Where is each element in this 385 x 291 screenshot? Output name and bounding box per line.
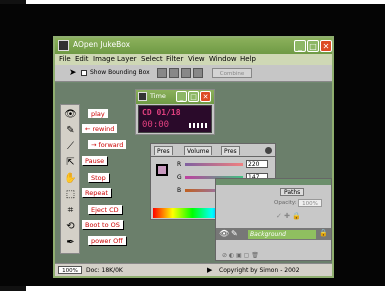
stop-button[interactable]: Stop (88, 173, 109, 182)
brush-icon[interactable]: ✎ (63, 123, 78, 138)
close-button[interactable]: ✕ (320, 40, 332, 52)
status-bar: 100% Doc: 18K/0K ▶ Copyright by Simon - … (55, 263, 332, 276)
timer-icon (138, 92, 147, 101)
track-counter: CD 01/18 (142, 108, 181, 117)
layer-row[interactable]: 👁 ✎ Background 🔒 (216, 228, 331, 240)
play-arrow-icon[interactable]: ▶ (207, 266, 212, 274)
pointer-icon[interactable]: ➤ (69, 68, 77, 78)
visibility-icon[interactable]: 👁 (219, 229, 229, 238)
marquee-icon[interactable]: ⬚ (63, 187, 78, 202)
eye-icon[interactable]: 👁 (63, 107, 78, 122)
menu-layer[interactable]: Layer (117, 55, 137, 63)
play-button[interactable]: play (88, 109, 108, 118)
color-swatch[interactable] (156, 164, 168, 176)
power-off-button[interactable]: power Off (88, 236, 126, 245)
menu-filter[interactable]: Filter (166, 55, 183, 63)
tab-pres[interactable]: Pres (154, 146, 173, 155)
layer-name: Background (248, 230, 316, 239)
level-meter (189, 123, 209, 128)
window-title: AOpen JukeBox (73, 40, 131, 49)
timer-close-button[interactable]: ✕ (200, 91, 211, 102)
screen-top-edge (0, 0, 385, 4)
options-toolbar: ➤ Show Bounding Box Combine (55, 65, 332, 82)
eject-button[interactable]: Eject CD (88, 205, 122, 214)
layers-panel-bar[interactable] (216, 179, 331, 185)
cursor-icon[interactable]: ⇱ (63, 155, 78, 170)
repeat-button[interactable]: Repeat (82, 188, 111, 197)
tab-volume[interactable]: Volume (184, 146, 213, 155)
time-counter: 00:00 (142, 120, 170, 130)
tool-palette: 👁 ✎ ⟋ ⇱ ✋ ⬚ ⌗ ⟲ ✒ (60, 104, 80, 254)
menu-select[interactable]: Select (141, 55, 163, 63)
pen-icon[interactable]: ✒ (63, 235, 78, 250)
maximize-button[interactable]: □ (307, 40, 319, 52)
tab-paths[interactable]: Paths (280, 188, 305, 196)
align-center-icon[interactable] (169, 68, 179, 78)
align-right-icon[interactable] (181, 68, 191, 78)
tab-pres-2[interactable]: Pres (221, 146, 240, 155)
channel-r-label: R (177, 161, 182, 168)
doc-size: Doc: 18K/0K (86, 267, 123, 274)
align-left-icon[interactable] (157, 68, 167, 78)
distribute-icon[interactable] (193, 68, 203, 78)
layer-actions[interactable]: ⊘ ◐ ▣ ▢ 🗑 (222, 252, 326, 260)
hand-icon[interactable]: ✋ (63, 171, 78, 186)
menu-view[interactable]: View (188, 55, 205, 63)
screen-bottom-edge (0, 286, 385, 291)
menu-bar: File Edit Image Layer Select Filter View… (55, 54, 332, 65)
menu-file[interactable]: File (59, 55, 71, 63)
channel-b-label: B (177, 187, 182, 194)
copyright-text: Copyright by Simon - 2002 (219, 267, 300, 274)
timer-title-bar[interactable]: Time _ □ ✕ (136, 90, 214, 104)
layer-brush-icon: ✎ (231, 229, 238, 238)
menu-image[interactable]: Image (93, 55, 115, 63)
timer-display: CD 01/18 00:00 (138, 105, 212, 133)
opacity-label: Opacity: (274, 200, 297, 206)
menu-help[interactable]: Help (240, 55, 256, 63)
minimize-button[interactable]: _ (294, 40, 306, 52)
forward-button[interactable]: → forward (88, 140, 127, 149)
mixer-tabs: Pres Volume Pres (151, 144, 275, 157)
menu-window[interactable]: Window (209, 55, 237, 63)
channel-r-value[interactable]: 220 (246, 160, 268, 168)
opacity-field[interactable]: 100% (298, 199, 322, 207)
timer-window: Time _ □ ✕ CD 01/18 00:00 (135, 89, 215, 135)
bounding-box-label: Show Bounding Box (90, 69, 150, 76)
boot-os-button[interactable]: Boot to OS (82, 220, 123, 229)
timer-minimize-button[interactable]: _ (176, 91, 187, 102)
timer-maximize-button[interactable]: □ (188, 91, 199, 102)
pause-button[interactable]: Pause (82, 156, 108, 165)
combine-button[interactable]: Combine (212, 68, 252, 78)
layers-panel: Paths Opacity: 100% ✓ ✚ 🔒 👁 ✎ Background… (215, 178, 332, 261)
bounding-box-checkbox[interactable] (81, 70, 87, 76)
rewind-button[interactable]: ← rewind (82, 124, 118, 133)
channel-g-label: G (177, 174, 182, 181)
lock-icon[interactable]: ✓ ✚ 🔒 (276, 212, 301, 220)
crop-icon[interactable]: ⌗ (63, 203, 78, 218)
zoom-field[interactable]: 100% (58, 266, 82, 274)
timer-title: Time (150, 92, 166, 100)
title-bar[interactable]: AOpen JukeBox _ □ ✕ (55, 38, 332, 54)
menu-edit[interactable]: Edit (75, 55, 89, 63)
app-icon (58, 40, 69, 51)
channel-r-slider[interactable] (185, 163, 243, 166)
loop-icon[interactable]: ⟲ (63, 219, 78, 234)
panel-menu-icon[interactable] (265, 147, 272, 154)
layer-lock-icon: 🔒 (319, 229, 328, 237)
wand-icon[interactable]: ⟋ (63, 139, 78, 154)
